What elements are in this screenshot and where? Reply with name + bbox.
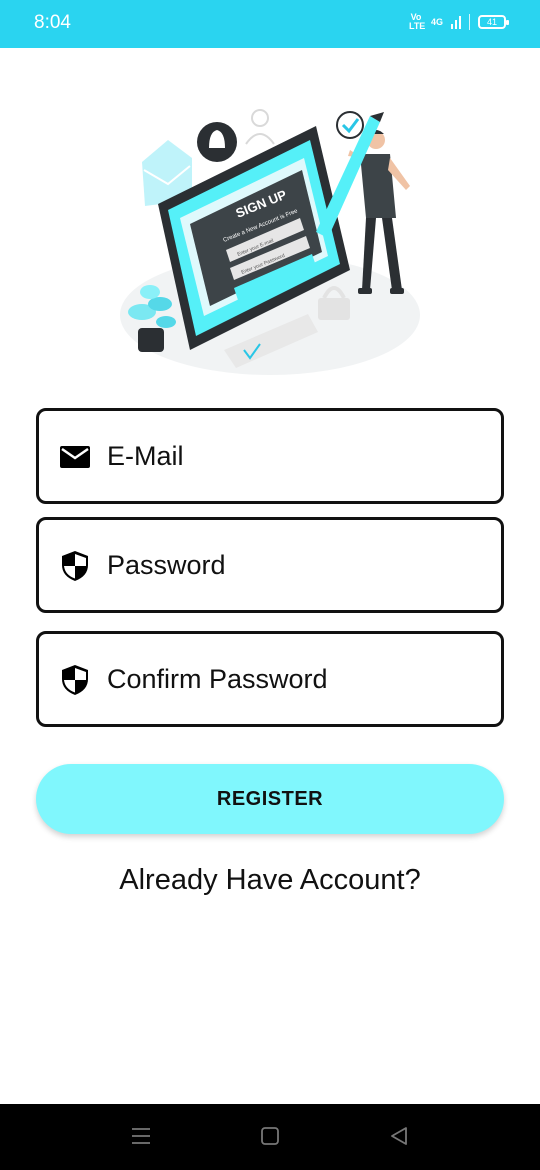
- back-icon[interactable]: [387, 1124, 411, 1148]
- already-have-account-link[interactable]: Already Have Account?: [0, 864, 540, 897]
- home-icon[interactable]: [258, 1124, 282, 1148]
- email-label: E-Mail: [107, 441, 184, 471]
- status-time: 8:04: [34, 12, 71, 33]
- signup-illustration: SIGN UP Create a New Account is Free Ent…: [120, 109, 420, 375]
- check-icon: [336, 111, 364, 139]
- signal-icon: [451, 16, 461, 29]
- confirm-password-field[interactable]: Confirm Password: [36, 631, 504, 727]
- confirm-password-label: Confirm Password: [107, 664, 328, 694]
- password-field[interactable]: Password: [36, 517, 504, 613]
- register-button-label: REGISTER: [216, 787, 324, 810]
- password-label: Password: [107, 550, 226, 580]
- user-icon: [245, 109, 275, 145]
- mail-icon: [60, 446, 90, 468]
- battery-level: 41: [486, 17, 497, 27]
- menu-icon[interactable]: [129, 1124, 153, 1148]
- status-bar: 8:04 Vo LTE 4G 41: [0, 0, 540, 48]
- battery-icon: 41: [478, 15, 509, 29]
- bell-icon: [197, 122, 237, 162]
- shield-icon: [62, 551, 88, 581]
- email-field[interactable]: E-Mail: [36, 408, 504, 504]
- register-button[interactable]: REGISTER: [36, 764, 504, 834]
- volte-icon: Vo LTE: [408, 13, 426, 31]
- network-type: 4G: [430, 17, 443, 27]
- volte-bottom: LTE: [408, 21, 426, 31]
- shield-icon: [62, 665, 88, 695]
- status-separator: [469, 14, 470, 30]
- navigation-bar: [0, 1104, 540, 1170]
- status-icons: Vo LTE 4G 41: [408, 13, 509, 31]
